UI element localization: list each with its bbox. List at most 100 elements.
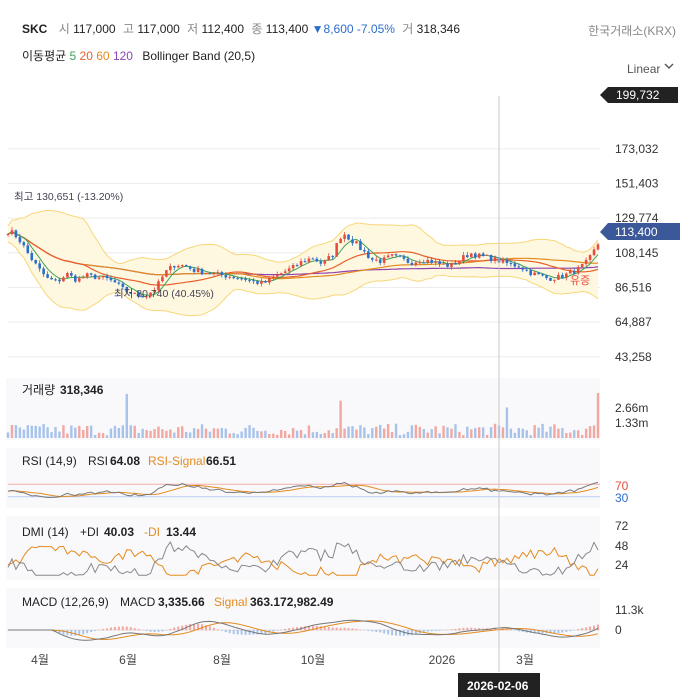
volume-bar [573, 430, 576, 438]
candle-body [180, 265, 184, 267]
macd-histogram-bar [173, 627, 176, 631]
candle-body [438, 261, 441, 264]
volume-bar [212, 428, 216, 438]
macd-histogram-bar [86, 630, 89, 634]
candle-body [462, 255, 465, 261]
candle-body [549, 277, 552, 281]
macd-histogram-bar [224, 630, 227, 633]
volume-bar [181, 426, 184, 438]
volume-panel-value: 318,346 [60, 383, 104, 397]
candle-body [545, 275, 548, 278]
candle-body [70, 273, 73, 276]
candle-body [430, 259, 433, 263]
volume-bar [489, 427, 493, 438]
candle-body [485, 254, 489, 256]
candle-body [14, 230, 18, 238]
candle-body [493, 257, 497, 262]
volume-bar [121, 425, 125, 438]
stock-chart[interactable]: 43,25864,88786,516108,145129,774151,4031… [0, 0, 680, 697]
candle-body [50, 277, 53, 280]
candle-body [268, 277, 271, 283]
price-y-tick: 64,887 [615, 315, 652, 329]
x-axis-tick: 2026 [429, 653, 456, 667]
candle-body [347, 234, 350, 240]
volume-bar [30, 425, 33, 438]
volume-bar [280, 429, 283, 438]
candle-body [240, 278, 243, 280]
candle-body [351, 239, 354, 244]
candle-body [481, 253, 485, 256]
candle-body [537, 272, 540, 275]
volume-bar [34, 425, 37, 438]
candle-body [81, 277, 85, 279]
macd-histogram-bar [391, 630, 394, 636]
volume-bar [82, 429, 85, 438]
candle-body [458, 260, 461, 265]
macd-histogram-bar [367, 630, 370, 631]
volume-bar [169, 429, 172, 438]
volume-bar [347, 426, 350, 438]
candle-body [572, 270, 576, 274]
volume-bar [184, 431, 188, 438]
candle-body [469, 253, 473, 258]
candle-body [422, 262, 426, 264]
volume-bar [580, 434, 584, 438]
price-y-tick: 86,516 [615, 280, 652, 294]
volume-bar [133, 425, 136, 438]
macd-histogram-bar [351, 628, 354, 631]
volume-bar [509, 428, 513, 438]
volume-bar [291, 427, 295, 438]
volume-bar [192, 428, 196, 438]
candle-body [596, 244, 600, 250]
volume-bar [66, 433, 69, 438]
candle-body [517, 266, 521, 268]
rsi-title: RSI (14,9) [22, 454, 77, 468]
volume-bar [311, 432, 315, 438]
volume-bar [513, 432, 517, 438]
candle-body [200, 268, 204, 275]
volume-bar [113, 425, 117, 438]
candle-body [553, 279, 556, 281]
candle-body [18, 237, 22, 243]
macd-histogram-bar [113, 626, 116, 631]
candle-body [121, 283, 125, 287]
candle-body [505, 259, 509, 264]
dmi-minus-value: 13.44 [166, 525, 196, 539]
volume-bar [434, 426, 437, 438]
candle-body [101, 275, 105, 278]
candle-body [418, 262, 422, 264]
macd-histogram-bar [585, 627, 588, 631]
macd-histogram-bar [466, 627, 469, 631]
volume-bar [89, 425, 93, 438]
candle-body [588, 255, 592, 260]
candle-body [34, 260, 38, 264]
candle-body [327, 256, 331, 261]
volume-bar [414, 424, 418, 438]
volume-bar [367, 434, 370, 438]
macd-histogram-bar [454, 628, 457, 631]
candle-body [105, 275, 109, 279]
candle-body [232, 276, 236, 279]
volume-bar [466, 426, 469, 438]
dmi-title: DMI (14) [22, 525, 69, 539]
volume-bar [137, 432, 140, 438]
volume-bar [224, 428, 227, 438]
macd-series-name: MACD [120, 595, 156, 609]
volume-bar [303, 434, 307, 438]
macd-histogram-bar [216, 629, 219, 631]
macd-histogram-bar [82, 630, 85, 635]
candle-body [477, 253, 481, 258]
candle-body [525, 269, 529, 271]
macd-histogram-bar [105, 628, 108, 631]
macd-histogram-bar [577, 629, 580, 631]
candle-body [398, 255, 402, 257]
candle-body [184, 265, 188, 267]
x-axis-tick: 6월 [119, 653, 137, 667]
volume-bar [50, 432, 53, 438]
volume-bar [145, 429, 148, 438]
macd-histogram-bar [117, 626, 120, 631]
macd-histogram-bar [462, 627, 465, 631]
volume-bar [208, 431, 212, 438]
candle-body [287, 268, 291, 272]
candle-body [299, 261, 303, 266]
